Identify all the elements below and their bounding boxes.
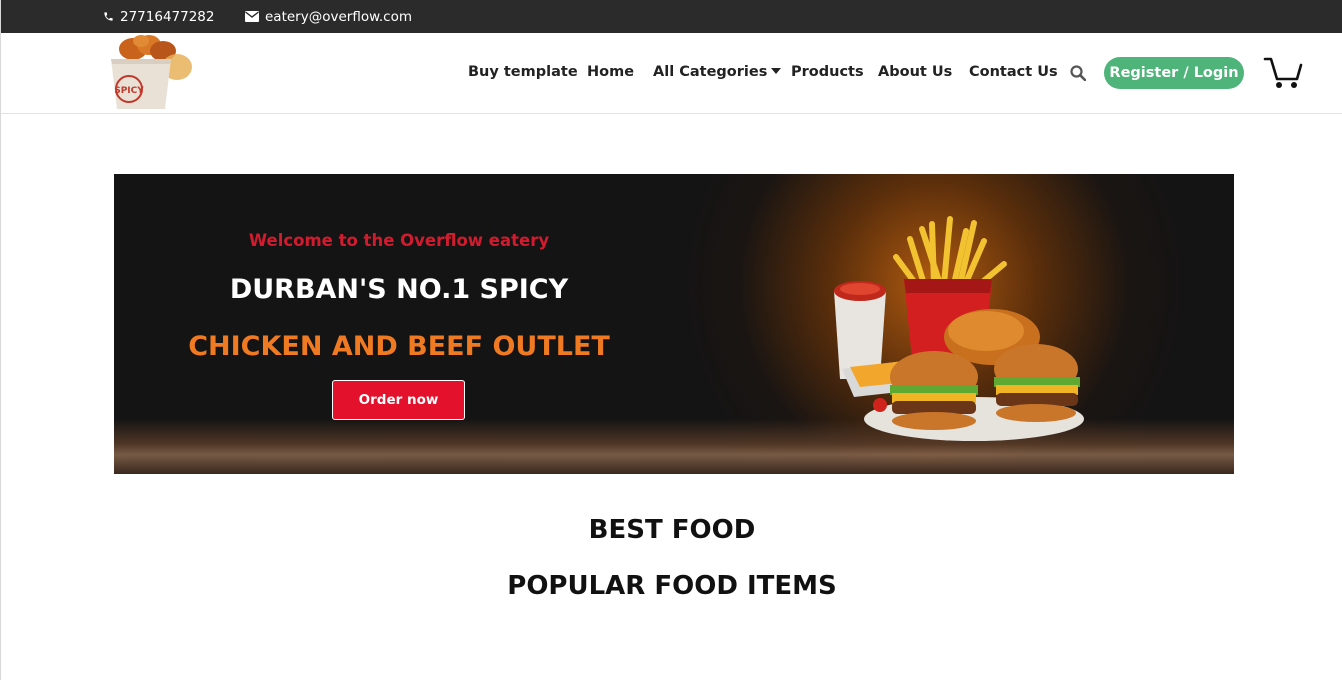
- best-food-heading: BEST FOOD: [588, 515, 756, 545]
- popular-food-items-heading: POPULAR FOOD ITEMS: [507, 571, 837, 601]
- nav-contact-us[interactable]: Contact Us: [969, 64, 1058, 80]
- search-icon[interactable]: [1070, 65, 1087, 85]
- cart-icon[interactable]: [1263, 55, 1303, 95]
- top-contact-bar: 27716477282 eatery@overflow.com: [1, 0, 1342, 33]
- phone-icon: [103, 11, 114, 22]
- phone-contact[interactable]: 27716477282: [103, 0, 214, 33]
- nav-all-categories[interactable]: All Categories: [653, 64, 782, 80]
- fast-food-image: [834, 216, 1084, 441]
- hero-welcome-text: Welcome to the Overflow eatery: [248, 231, 550, 250]
- nav-home[interactable]: Home: [587, 64, 634, 80]
- hero-headline-line1: DURBAN'S NO.1 SPICY: [229, 274, 569, 305]
- nav-products[interactable]: Products: [791, 64, 864, 80]
- email-contact[interactable]: eatery@overflow.com: [245, 0, 412, 33]
- nav-all-categories-label: All Categories: [653, 64, 768, 80]
- phone-number: 27716477282: [120, 8, 215, 25]
- logo-text: SPICY: [114, 86, 144, 96]
- hero-headline-line2: CHICKEN AND BEEF OUTLET: [188, 331, 610, 362]
- site-logo[interactable]: SPICY: [103, 33, 203, 113]
- nav-buy-template[interactable]: Buy template: [468, 64, 578, 80]
- register-login-button[interactable]: Register / Login: [1104, 57, 1244, 89]
- page: 27716477282 eatery@overflow.com SPICY Bu…: [0, 0, 1342, 680]
- order-now-button[interactable]: Order now: [332, 380, 465, 420]
- chicken-bucket-logo-icon: SPICY: [111, 35, 192, 109]
- hero-banner: Welcome to the Overflow eatery DURBAN'S …: [114, 174, 1234, 474]
- caret-down-icon: [771, 68, 782, 74]
- email-address: eatery@overflow.com: [265, 8, 413, 25]
- nav-about-us[interactable]: About Us: [878, 64, 952, 80]
- envelope-icon: [245, 11, 259, 22]
